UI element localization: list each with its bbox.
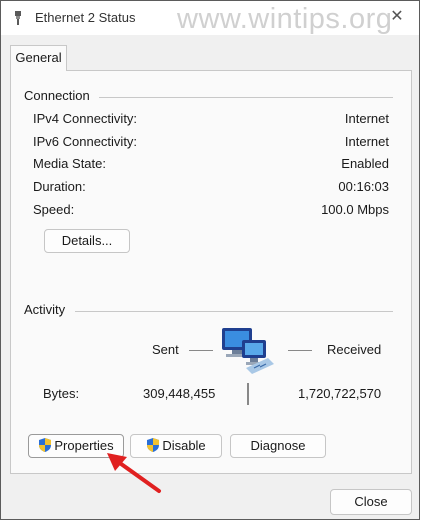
title-close-button[interactable]: ✕: [387, 7, 407, 27]
duration-value: 00:16:03: [338, 179, 389, 194]
ipv4-label: IPv4 Connectivity:: [33, 111, 138, 126]
details-button[interactable]: Details...: [44, 229, 130, 253]
ipv4-value: Internet: [344, 111, 389, 126]
sent-bytes-value: 309,448,455: [143, 386, 216, 401]
watermark: www.wintips.org: [177, 3, 393, 35]
sent-label: Sent: [152, 342, 179, 357]
uac-shield-icon: [38, 437, 52, 460]
status-window: Ethernet 2 Status www.wintips.org ✕ Gene…: [0, 0, 420, 520]
activity-heading: Activity: [24, 302, 66, 317]
sent-dash: [189, 350, 213, 351]
speed-label: Speed:: [33, 202, 75, 217]
network-computers-icon: [220, 324, 278, 379]
red-arrow-annotation: [107, 453, 161, 493]
general-panel: [10, 70, 412, 474]
bytes-label: Bytes:: [43, 386, 80, 401]
network-adapter-icon: [9, 10, 27, 29]
connection-divider: [99, 97, 393, 98]
received-label: Received: [327, 342, 382, 357]
window-title: Ethernet 2 Status: [35, 10, 136, 25]
speed-value: 100.0 Mbps: [321, 202, 389, 217]
tab-general[interactable]: General: [10, 45, 67, 71]
activity-divider: [75, 311, 393, 312]
ipv6-value: Internet: [344, 134, 389, 149]
bytes-divider: [247, 383, 249, 405]
duration-label: Duration:: [33, 179, 86, 194]
received-bytes-value: 1,720,722,570: [298, 386, 382, 401]
media-state-label: Media State:: [33, 156, 106, 171]
media-state-value: Enabled: [341, 156, 389, 171]
title-bar: Ethernet 2 Status www.wintips.org ✕: [1, 1, 419, 35]
ipv6-label: IPv6 Connectivity:: [33, 134, 138, 149]
close-button[interactable]: Close: [330, 489, 412, 515]
diagnose-button[interactable]: Diagnose: [230, 434, 326, 458]
connection-heading: Connection: [24, 88, 90, 103]
received-dash: [288, 350, 312, 351]
